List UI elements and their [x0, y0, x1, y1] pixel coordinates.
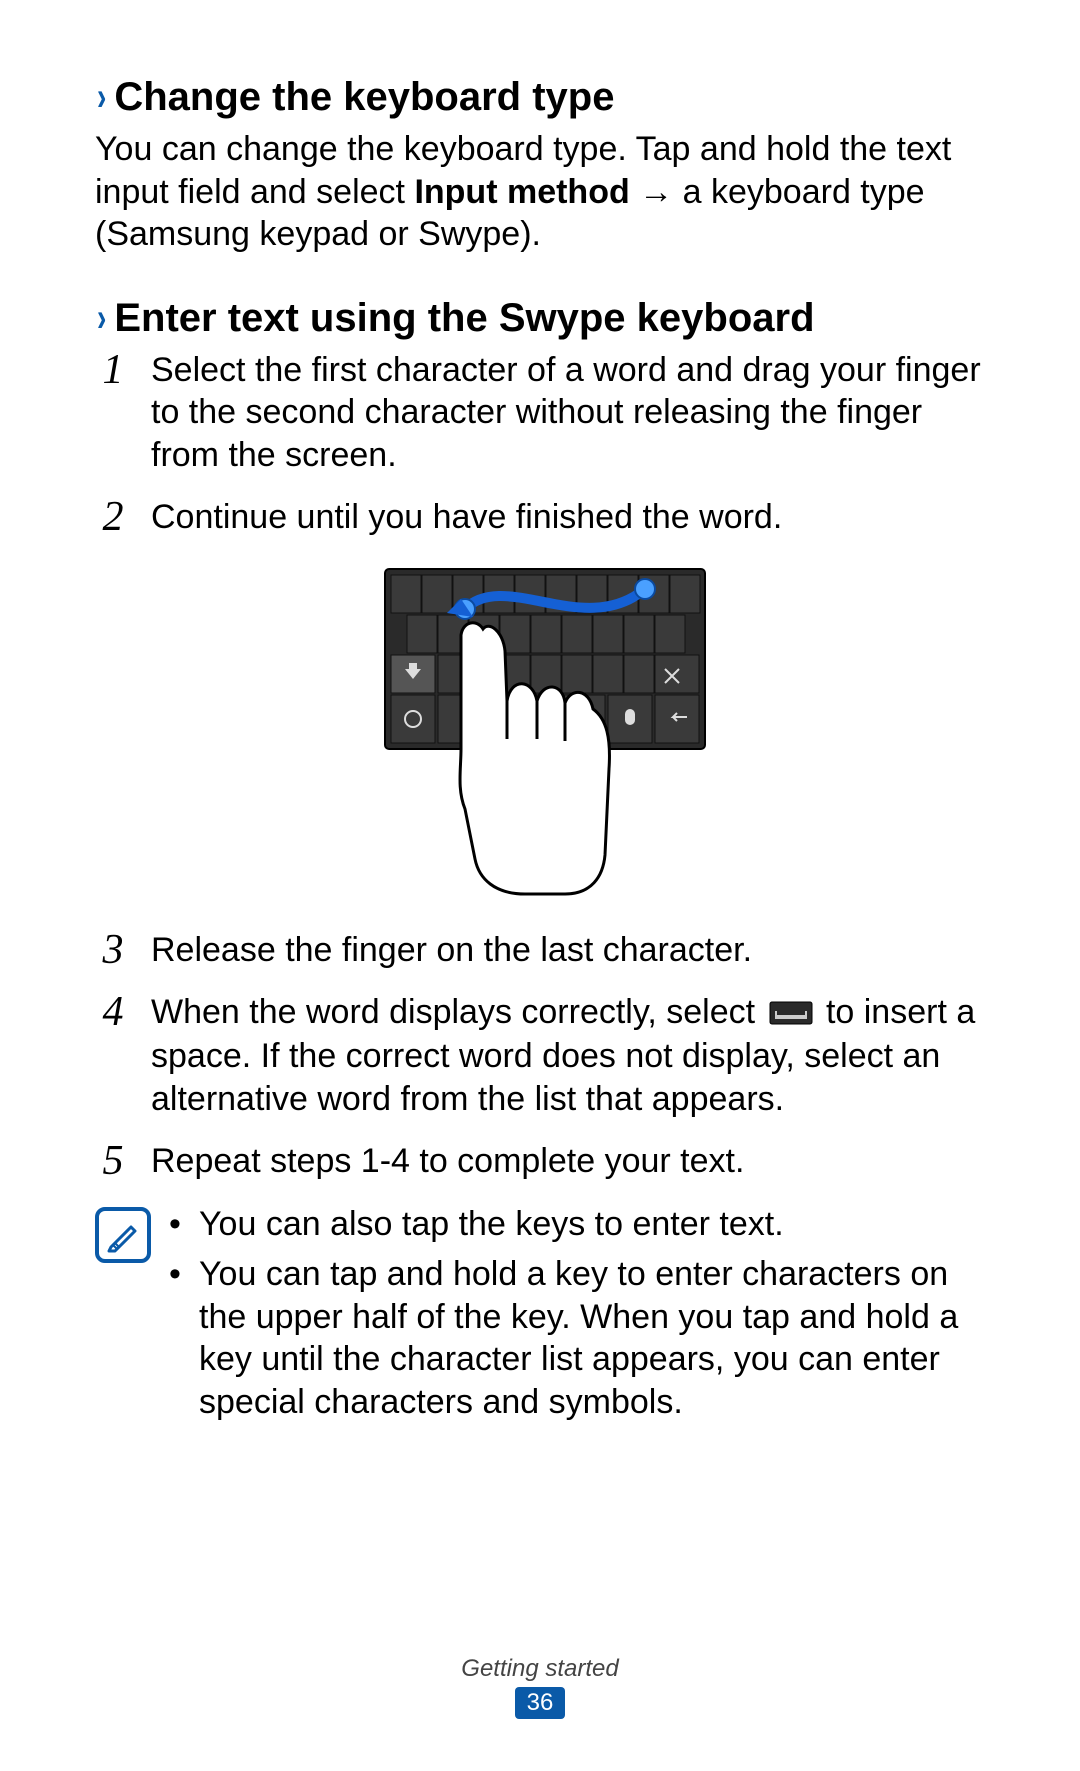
bullet-icon: •: [169, 1203, 187, 1246]
note-item: • You can also tap the keys to enter tex…: [169, 1203, 995, 1246]
step-text: Select the first character of a word and…: [151, 349, 995, 477]
step-text: Release the finger on the last character…: [151, 929, 995, 972]
heading-text: Enter text using the Swype keyboard: [114, 296, 814, 341]
step-number: 1: [95, 349, 131, 391]
step-number: 4: [95, 991, 131, 1033]
step-4: 4 When the word displays correctly, sele…: [95, 991, 995, 1120]
step-2: 2 Continue until you have finished the w…: [95, 496, 995, 539]
page-number: 36: [515, 1687, 566, 1719]
step-5: 5 Repeat steps 1-4 to complete your text…: [95, 1140, 995, 1183]
heading-change-keyboard: › Change the keyboard type: [95, 75, 995, 120]
step-1: 1 Select the first character of a word a…: [95, 349, 995, 477]
space-key-icon: [769, 993, 813, 1036]
chevron-icon: ›: [97, 296, 106, 341]
paragraph-change-keyboard: You can change the keyboard type. Tap an…: [95, 128, 995, 256]
step-number: 5: [95, 1140, 131, 1182]
step-text: Repeat steps 1-4 to complete your text.: [151, 1140, 995, 1183]
note-item: • You can tap and hold a key to enter ch…: [169, 1253, 995, 1423]
heading-enter-swype: › Enter text using the Swype keyboard: [95, 296, 995, 341]
note-text: You can also tap the keys to enter text.: [199, 1203, 784, 1246]
heading-text: Change the keyboard type: [114, 75, 614, 120]
chevron-icon: ›: [97, 75, 106, 120]
step-number: 2: [95, 496, 131, 538]
swype-illustration: [365, 559, 725, 899]
bullet-icon: •: [169, 1253, 187, 1423]
note-text: You can tap and hold a key to enter char…: [199, 1253, 995, 1423]
step-number: 3: [95, 929, 131, 971]
swype-figure: [95, 559, 995, 899]
note-block: • You can also tap the keys to enter tex…: [95, 1203, 995, 1432]
step-text: Continue until you have finished the wor…: [151, 496, 995, 539]
note-bullets: • You can also tap the keys to enter tex…: [169, 1203, 995, 1432]
steps-list-cont: 3 Release the finger on the last charact…: [95, 929, 995, 1183]
note-icon: [95, 1207, 151, 1263]
page-footer: Getting started 36: [0, 1655, 1080, 1719]
chapter-label: Getting started: [0, 1655, 1080, 1683]
steps-list: 1 Select the first character of a word a…: [95, 349, 995, 539]
step-3: 3 Release the finger on the last charact…: [95, 929, 995, 972]
step-text: When the word displays correctly, select…: [151, 991, 995, 1120]
